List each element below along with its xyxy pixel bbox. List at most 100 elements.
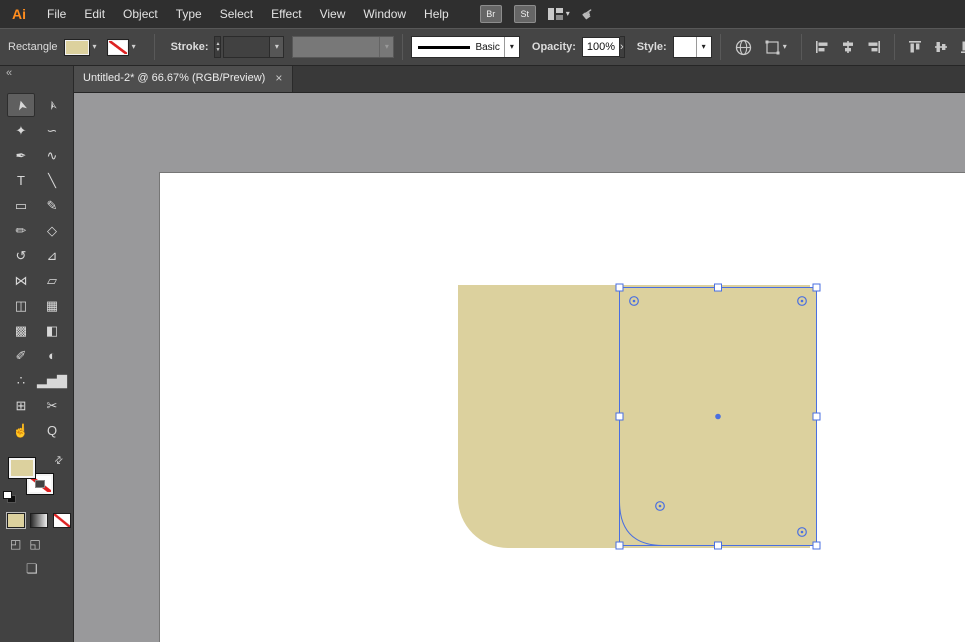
magic-wand-icon: ✦: [15, 122, 27, 138]
separator: [402, 34, 404, 60]
canvas[interactable]: [73, 92, 965, 642]
curvature-tool[interactable]: ∿: [38, 143, 66, 167]
none-button[interactable]: [53, 513, 71, 528]
screen-mode-icon[interactable]: ❏: [26, 561, 38, 576]
menu-file[interactable]: File: [38, 0, 75, 28]
fill-color-dropdown[interactable]: ▾: [63, 38, 97, 56]
mesh-tool[interactable]: ▩: [7, 318, 35, 342]
free-transform-icon: ▱: [47, 272, 57, 288]
menu-effect[interactable]: Effect: [262, 0, 310, 28]
menu-type[interactable]: Type: [167, 0, 211, 28]
pen-icon: ✒: [15, 147, 27, 163]
column-graph-tool[interactable]: ▂▅▇: [37, 368, 67, 392]
default-fill-stroke-icon[interactable]: [3, 491, 16, 503]
symbol-sprayer-tool[interactable]: ∴: [7, 368, 35, 392]
width-tool[interactable]: ⋈: [7, 268, 35, 292]
close-icon[interactable]: ×: [275, 72, 282, 84]
color-button[interactable]: [7, 513, 25, 528]
eraser-tool[interactable]: ◇: [38, 218, 66, 242]
gradient-tool[interactable]: ◧: [38, 318, 66, 342]
shape-builder-icon: ◫: [14, 297, 28, 313]
line-segment-tool[interactable]: ╲: [38, 168, 66, 192]
align-top-button[interactable]: [907, 39, 923, 55]
stroke-color-dropdown[interactable]: ▾: [106, 38, 136, 56]
blend-icon: ◐: [48, 347, 56, 363]
rectangle-icon: ▭: [14, 197, 28, 213]
perspective-grid-tool[interactable]: ▦: [38, 293, 66, 317]
menu-select[interactable]: Select: [211, 0, 262, 28]
pen-tool[interactable]: ✒: [7, 143, 35, 167]
menu-view[interactable]: View: [311, 0, 355, 28]
rectangle-tool[interactable]: ▭: [7, 193, 35, 217]
perspective-grid-icon: ▦: [45, 297, 59, 313]
menu-object[interactable]: Object: [114, 0, 167, 28]
eyedropper-tool[interactable]: ✐: [7, 343, 35, 367]
illustrator-logo: Ai: [12, 6, 26, 22]
align-right-button[interactable]: [866, 39, 882, 55]
chevron-down-icon: ▾: [509, 42, 514, 51]
control-bar: Rectangle ▾ ▾ Stroke: ▲ ▼ ▾ ▾ Basic ▾ Op…: [0, 28, 965, 66]
draw-normal-icon[interactable]: ◰: [10, 537, 21, 551]
rotate-tool[interactable]: ↺: [7, 243, 35, 267]
document-tab[interactable]: Untitled-2* @ 66.67% (RGB/Preview) ×: [73, 64, 294, 92]
menu-window[interactable]: Window: [354, 0, 415, 28]
chevron-down-icon: ▾: [131, 42, 136, 51]
type-tool[interactable]: T: [7, 168, 35, 192]
shape-builder-tool[interactable]: ◫: [7, 293, 35, 317]
stroke-weight-combo[interactable]: ▾: [223, 36, 285, 58]
graphic-style-combo[interactable]: ▾: [672, 36, 712, 58]
transform-options-button[interactable]: ▾: [764, 39, 787, 56]
artboard-icon: ⊞: [15, 397, 27, 413]
menu-edit[interactable]: Edit: [75, 0, 114, 28]
chevron-down-icon: ▾: [565, 9, 570, 18]
magic-wand-tool[interactable]: ✦: [7, 118, 35, 142]
blend-tool[interactable]: ◐: [38, 343, 66, 367]
opacity-label: Opacity:: [531, 41, 576, 53]
brush-definition-combo[interactable]: Basic ▾: [411, 36, 520, 58]
stepper-up-icon[interactable]: ▲: [215, 41, 220, 47]
paintbrush-tool[interactable]: ✎: [38, 193, 66, 217]
align-left-button[interactable]: [814, 39, 830, 55]
lasso-tool[interactable]: ∽: [38, 118, 66, 142]
selection-tool[interactable]: ➤: [7, 93, 35, 117]
panel-collapse-button[interactable]: «: [0, 64, 73, 87]
align-bottom-button[interactable]: [959, 39, 965, 55]
align-middle-button[interactable]: [933, 39, 949, 55]
scale-tool[interactable]: ⊿: [38, 243, 66, 267]
free-transform-tool[interactable]: ▱: [38, 268, 66, 292]
pencil-tool[interactable]: ✏: [7, 218, 35, 242]
stroke-none-swatch[interactable]: [106, 38, 129, 56]
stock-button[interactable]: St: [513, 5, 536, 23]
fill-color-swatch[interactable]: [63, 38, 90, 56]
workspace-icon: [547, 8, 563, 20]
bridge-button[interactable]: Br: [479, 5, 502, 23]
gradient-button[interactable]: [30, 513, 48, 528]
stepper-down-icon[interactable]: ▼: [215, 47, 220, 53]
stroke-weight-value[interactable]: [224, 37, 269, 57]
eyedropper-icon: ✐: [15, 347, 27, 363]
artboard-tool[interactable]: ⊞: [7, 393, 35, 417]
zoom-tool[interactable]: Q: [38, 418, 66, 442]
chevron-down-icon: ▾: [701, 42, 706, 51]
rounded-rectangle-shape[interactable]: [458, 285, 810, 548]
stroke-weight-stepper[interactable]: ▲ ▼: [214, 36, 222, 58]
draw-behind-icon[interactable]: ◱: [29, 537, 40, 551]
brush-definition-value: Basic: [475, 41, 500, 53]
fill-stroke-indicator: ⇄: [0, 454, 73, 503]
recolor-artwork-button[interactable]: [735, 39, 752, 56]
hand-tool[interactable]: ☝: [7, 418, 35, 442]
menubar: Ai File Edit Object Type Select Effect V…: [0, 0, 965, 28]
direct-selection-tool[interactable]: ➣: [38, 93, 66, 117]
fill-swatch[interactable]: [8, 457, 36, 479]
menu-help[interactable]: Help: [415, 0, 458, 28]
workspace-switcher[interactable]: ▾: [547, 8, 570, 20]
brush-stroke-preview: [418, 45, 471, 49]
align-center-button[interactable]: [840, 39, 856, 55]
horizontal-align-group: [814, 39, 882, 55]
hand-icon[interactable]: ☛: [578, 3, 598, 24]
opacity-input[interactable]: 100%: [581, 37, 621, 57]
swap-fill-stroke-icon[interactable]: ⇄: [52, 454, 66, 468]
opacity-options-button[interactable]: ›: [620, 36, 625, 58]
stroke-swatch-hole: [35, 480, 45, 488]
slice-tool[interactable]: ✂: [38, 393, 66, 417]
